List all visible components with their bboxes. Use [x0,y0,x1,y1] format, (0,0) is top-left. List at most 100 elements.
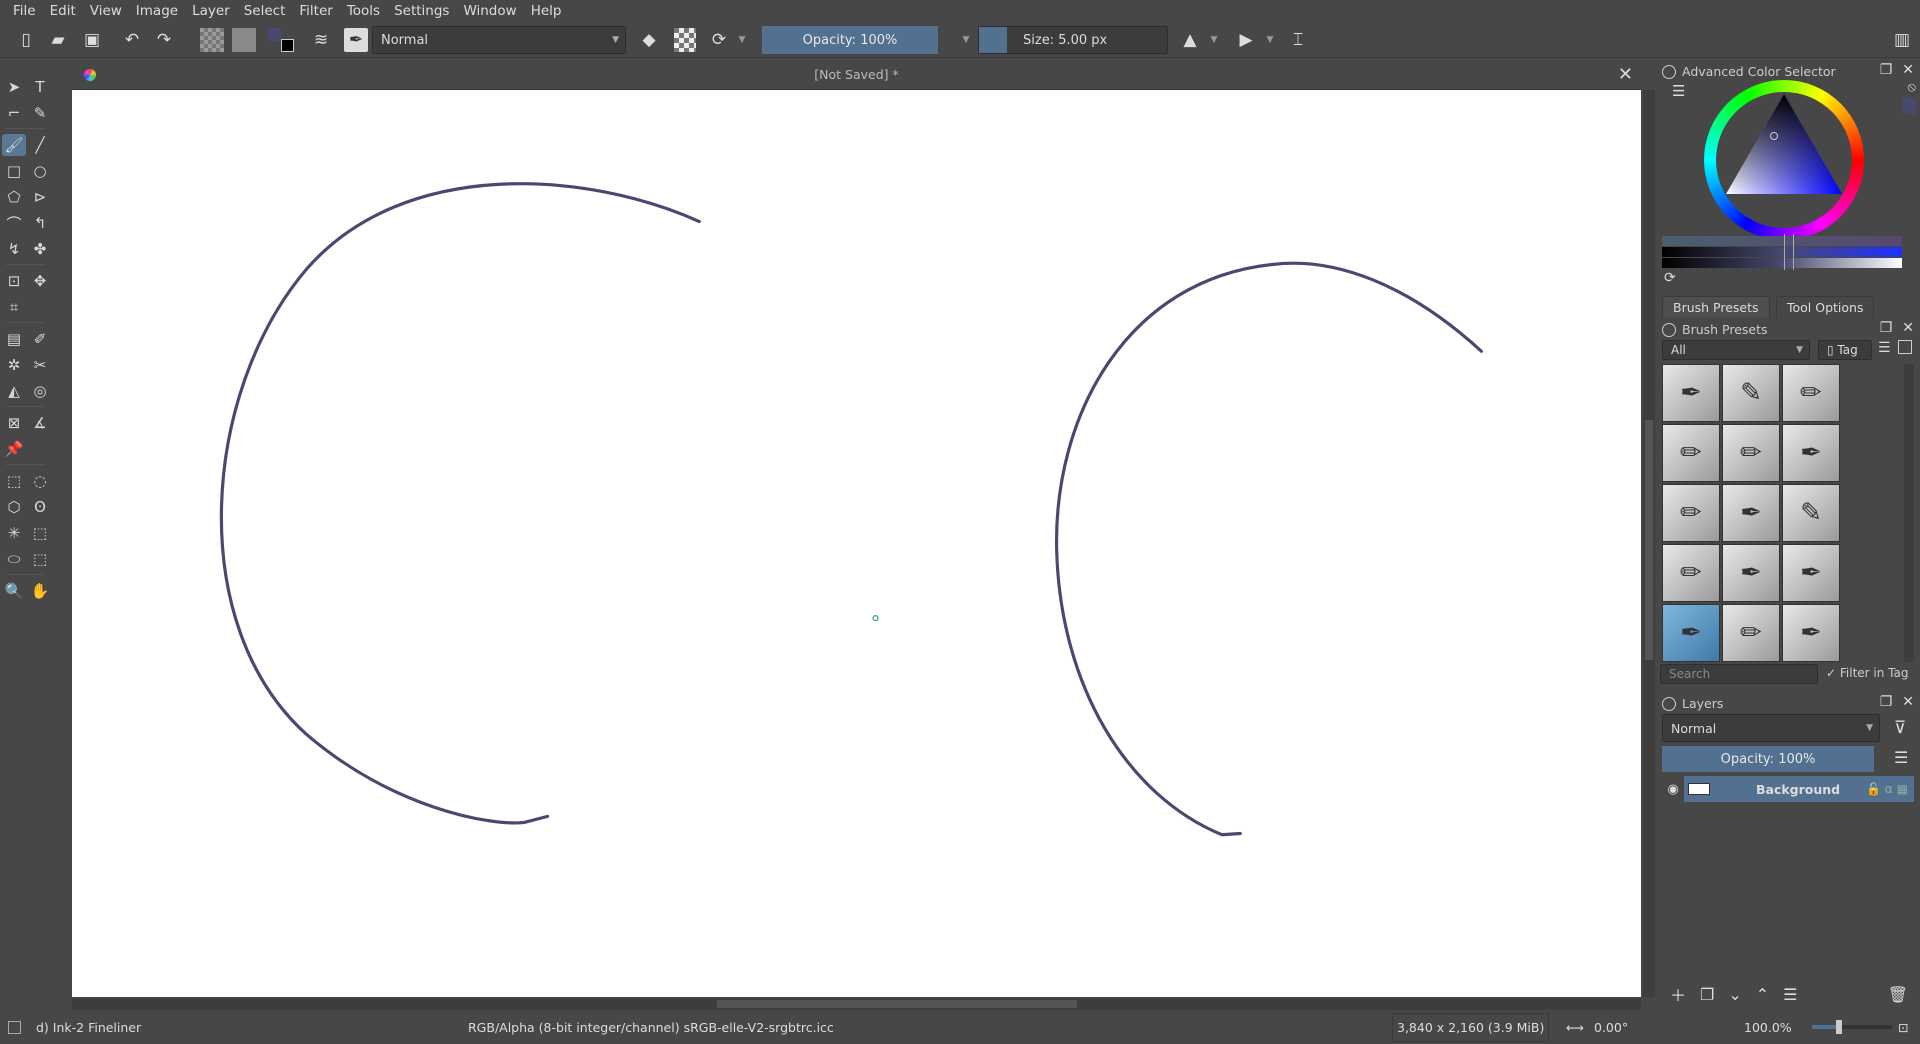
line-tool-icon[interactable]: ╱ [28,134,52,156]
menu-settings[interactable]: Settings [387,3,456,19]
brush-preset-icon[interactable]: ✒ [344,28,368,52]
rotation-icon[interactable]: ⟷ [1566,1020,1584,1035]
eraser-icon[interactable]: ◆ [638,28,660,52]
brush-preset-item[interactable]: ✎ [1782,484,1840,542]
multibrush-tool-icon[interactable]: ✤ [28,238,52,260]
select-shapes-tool-icon[interactable]: ➤ [2,76,26,98]
menu-tools[interactable]: Tools [340,3,387,19]
no-color-icon[interactable]: ⦸ [1908,80,1916,95]
tag-button[interactable]: ▯ Tag [1818,340,1872,360]
slider-handle[interactable] [1784,234,1794,270]
preset-scrollbar[interactable] [1904,364,1914,662]
filter-in-tag-checkbox[interactable]: ✓ Filter in Tag [1826,666,1908,680]
layer-lock-alpha-icons[interactable]: 🔓 α ▦ [1866,782,1908,796]
close-icon[interactable]: ✕ [1902,694,1914,710]
menu-layer[interactable]: Layer [185,3,237,19]
transform-tool-icon[interactable]: ⊡ [2,270,26,292]
freehand-path-tool-icon[interactable]: ↰ [28,212,52,234]
undo-icon[interactable]: ↶ [122,28,142,52]
gradient-tool-icon[interactable]: ▤ [2,328,26,350]
brush-preset-item[interactable]: ✎ [1722,364,1780,422]
wrap-around-icon[interactable]: ⌶ [1286,28,1310,52]
filter-icon[interactable]: ⊽ [1894,718,1906,738]
magnetic-select-tool-icon[interactable]: ⬚ [28,548,52,570]
brush-preset-item[interactable]: ✏ [1662,544,1720,602]
close-document-icon[interactable]: ✕ [1618,64,1633,85]
edit-shapes-tool-icon[interactable]: ⌐ [2,102,26,124]
rect-select-tool-icon[interactable]: ⬚ [2,470,26,492]
smart-patch-tool-icon[interactable]: ✂ [28,354,52,376]
enclose-fill-tool-icon[interactable]: ◎ [28,380,52,402]
preserve-alpha-icon[interactable] [674,28,696,52]
crop-tool-icon[interactable]: ⌗ [2,296,26,318]
color-picker-handle[interactable] [1770,132,1778,140]
open-document-icon[interactable]: ▰ [48,28,68,52]
mirror-horizontal-icon[interactable]: ▲ [1178,28,1202,52]
pattern-selector[interactable] [232,28,256,52]
similar-color-select-tool-icon[interactable]: ⬚ [28,522,52,544]
menu-image[interactable]: Image [129,3,185,19]
menu-file[interactable]: File [6,3,43,19]
horizontal-scrollbar[interactable] [72,998,1641,1010]
menu-select[interactable]: Select [237,3,293,19]
preset-filter-select[interactable]: All ▼ [1662,340,1810,360]
lock-icon[interactable] [1662,322,1676,337]
new-document-icon[interactable]: ▯ [16,28,36,52]
saturation-slider[interactable] [1662,247,1902,257]
polygon-select-tool-icon[interactable]: ⬡ [2,496,26,518]
move-layer-up-icon[interactable]: ⌃ [1756,985,1769,1004]
brush-preset-item[interactable]: ✒ [1782,544,1840,602]
menu-edit[interactable]: Edit [43,3,83,19]
brush-preset-item[interactable]: ✏ [1662,484,1720,542]
import-icon[interactable] [1898,340,1912,354]
refresh-icon[interactable]: ⟳ [1664,270,1676,286]
brush-preset-item[interactable]: ✒ [1722,484,1780,542]
redo-icon[interactable]: ↷ [154,28,174,52]
tab-brush-presets[interactable]: Brush Presets [1662,296,1770,318]
move-tool-icon[interactable]: ✥ [28,270,52,292]
dynamic-brush-tool-icon[interactable]: ↯ [2,238,26,260]
preset-search-input[interactable]: Search [1660,664,1818,684]
workspace-icon[interactable]: ▥ [1890,28,1914,52]
chevron-down-icon[interactable]: ▼ [960,28,972,52]
size-slider[interactable]: Size: 5.00 px [978,26,1168,54]
chevron-down-icon[interactable]: ▼ [1264,28,1276,52]
brush-preset-item[interactable]: ✒ [1662,604,1720,662]
menu-filter[interactable]: Filter [292,3,339,19]
hue-ring[interactable] [1704,80,1864,240]
color-settings-icon[interactable]: ☰ [1672,82,1685,100]
delete-layer-icon[interactable]: 🗑 [1888,985,1908,1004]
zoom-slider[interactable] [1812,1020,1892,1034]
brush-preset-item[interactable]: ✏ [1662,424,1720,482]
brush-preset-item[interactable]: ✏ [1722,604,1780,662]
brush-preset-item[interactable]: ✒ [1782,424,1840,482]
vertical-scrollbar[interactable] [1643,90,1655,997]
menu-view[interactable]: View [83,3,129,19]
close-icon[interactable]: ✕ [1902,62,1914,78]
eye-icon[interactable]: ◉ [1662,782,1684,797]
float-icon[interactable]: ❐ [1880,320,1893,336]
colorize-mask-tool-icon[interactable]: ✲ [2,354,26,376]
fg-bg-color-icon[interactable] [268,28,294,52]
add-layer-icon[interactable]: ＋ [1670,982,1686,1006]
layer-options-icon[interactable]: ☰ [1894,748,1908,767]
calligraphy-tool-icon[interactable]: ✎ [28,102,52,124]
brush-preset-item[interactable]: ✒ [1782,604,1840,662]
float-icon[interactable]: ❐ [1880,694,1893,710]
reload-preset-icon[interactable]: ⟳ [708,28,730,52]
assistant-tool-icon[interactable]: ⊠ [2,412,26,434]
lock-icon[interactable] [1662,64,1676,79]
polygon-tool-icon[interactable]: ⬠ [2,186,26,208]
close-icon[interactable]: ✕ [1902,320,1914,336]
pan-tool-icon[interactable]: ✋ [28,580,52,602]
rectangle-tool-icon[interactable]: □ [2,160,26,182]
chevron-down-icon[interactable]: ▼ [1208,28,1220,52]
brush-preset-item[interactable]: ✏ [1722,424,1780,482]
brush-preset-item[interactable]: ✒ [1662,364,1720,422]
bezier-tool-icon[interactable]: ⌒ [2,212,26,234]
blend-mode-select[interactable]: Normal ▼ [372,26,626,54]
menu-help[interactable]: Help [524,3,569,19]
lock-icon[interactable] [1662,696,1676,711]
ellipse-select-tool-icon[interactable]: ◌ [28,470,52,492]
menu-window[interactable]: Window [456,3,523,19]
